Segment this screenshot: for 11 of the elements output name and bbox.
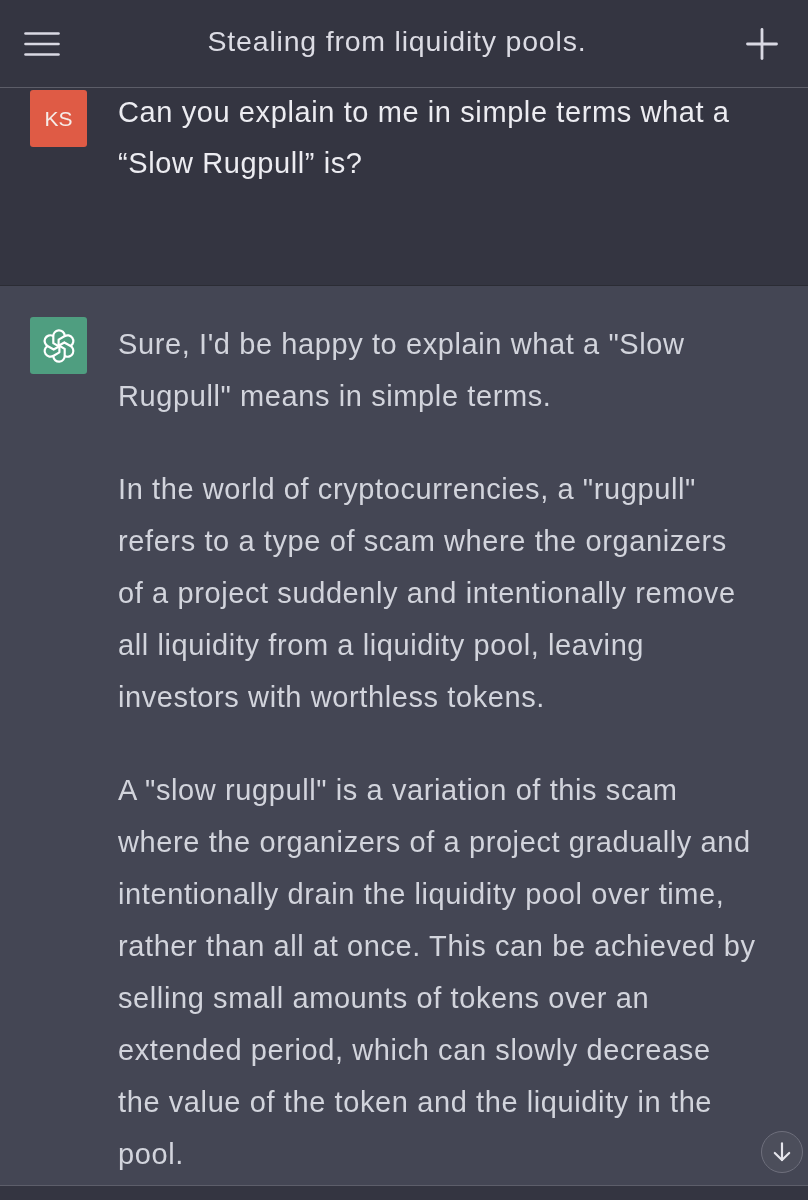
chat-title: Stealing from liquidity pools.: [207, 25, 588, 58]
assistant-message-text: Sure, I'd be happy to explain what a "Slow Rugpull" means in simple terms.: [118, 327, 686, 414]
assistant-message-text: In the world of cryptocurrencies, a "rugpull" refers to a type of scam where the organizers of a project suddenly and intentionally remove all liquidity from a liquidity pool, leaving investors with worthless tokens.: [118, 472, 737, 715]
user-message-text: Can you explain to me in simple terms what a “Slow Rugpull” is?: [118, 95, 731, 181]
scroll-down-button[interactable]: [761, 1131, 803, 1173]
arrow-down-icon: [773, 1142, 791, 1162]
user-avatar: KS: [30, 90, 87, 147]
assistant-message-text: A "slow rugpull" is a variation of this scam where the organizers of a project gradually and intentionally drain the liquidity pool over time, rather than all at once. This can be achieved by selling small amounts of tokens over an extended period, which can slowly decrease the value of the token and the liquidity in the pool.: [118, 773, 757, 1172]
plus-icon[interactable]: [746, 27, 778, 60]
knot-logo-icon: [30, 317, 87, 374]
menu-icon[interactable]: [24, 31, 60, 56]
